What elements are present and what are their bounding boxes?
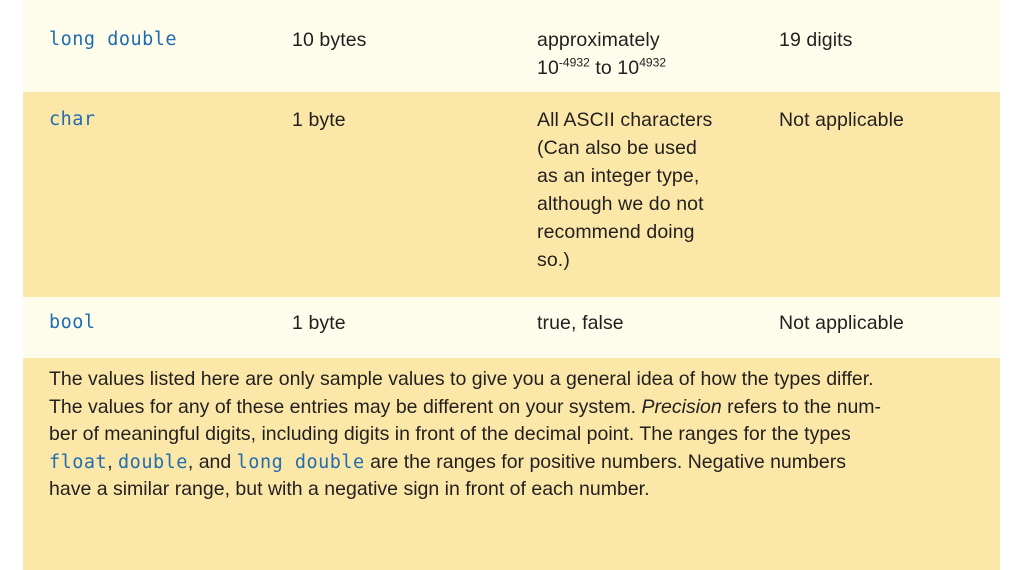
type-precision-bool: Not applicable — [779, 312, 904, 334]
footnote-line-2-part-b: refers to the num- — [721, 395, 882, 418]
table-row: long double 10 bytes approximately 10-493… — [23, 0, 1000, 92]
type-name-bool: bool — [49, 312, 96, 333]
data-types-table: long double 10 bytes approximately 10-493… — [23, 0, 1000, 570]
footnote-line-2-part-a: The values for any of these entries may … — [49, 395, 642, 418]
type-size-char: 1 byte — [292, 109, 346, 131]
type-range-bool: true, false — [537, 309, 772, 337]
bool-literal-true: true — [537, 312, 572, 334]
type-size-long-double: 10 bytes — [292, 29, 367, 51]
footnote-text: The values listed here are only sample v… — [49, 366, 984, 504]
footnote-line-3: ber of meaningful digits, including digi… — [49, 423, 851, 445]
range-base-2: 10 — [617, 57, 640, 79]
footnote-line-4-part-b: , and — [187, 450, 237, 473]
table-footnote: The values listed here are only sample v… — [23, 358, 1000, 570]
type-name-char: char — [49, 109, 96, 130]
footnote-line-5: have a similar range, but with a negativ… — [49, 478, 650, 500]
footnote-line-4: float, double, and long double are the r… — [49, 449, 984, 477]
footnote-term-precision: Precision — [641, 395, 722, 418]
type-precision-long-double: 19 digits — [779, 29, 853, 51]
type-range-long-double: approximately 10-4932 to 104932 — [537, 26, 772, 82]
footnote-keyword-double: double — [118, 451, 188, 473]
type-name-long-double: long double — [49, 29, 178, 50]
type-precision-char: Not applicable — [779, 109, 904, 131]
footnote-line-4-part-c: are the ranges for positive numbers. Neg… — [364, 450, 846, 473]
bool-literal-separator: , — [571, 312, 583, 334]
footnote-line-4-part-a: , — [107, 450, 119, 473]
footnote-line-1: The values listed here are only sample v… — [49, 368, 874, 390]
footnote-keyword-long-double: long double — [236, 451, 365, 473]
table-row: char 1 byte All ASCII characters (Can al… — [23, 92, 1000, 297]
range-base-1: 10 — [537, 57, 559, 79]
range-exponent-2: 4932 — [639, 55, 667, 70]
type-range-char: All ASCII characters (Can also be used a… — [537, 109, 713, 271]
range-mid: to — [589, 57, 618, 79]
footnote-keyword-float: float — [49, 451, 108, 473]
range-prefix: approximately — [537, 29, 660, 51]
bool-literal-false: false — [582, 312, 624, 334]
table-row: bool 1 byte true, false Not applicable — [23, 297, 1000, 358]
range-exponent-1: -4932 — [558, 55, 590, 70]
footnote-line-2: The values for any of these entries may … — [49, 394, 984, 422]
type-size-bool: 1 byte — [292, 312, 346, 334]
